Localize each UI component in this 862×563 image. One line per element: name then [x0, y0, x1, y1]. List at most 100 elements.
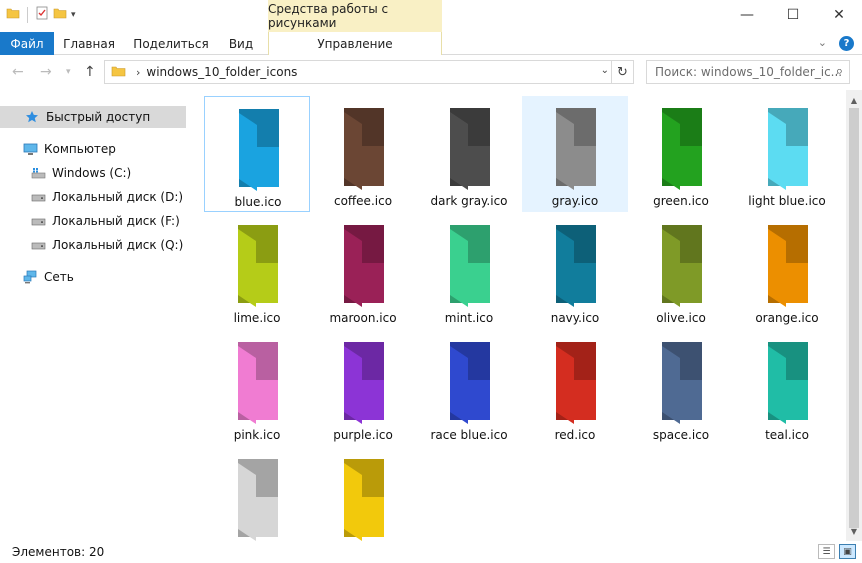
colored-folder-icon	[556, 225, 596, 307]
customize-toolbar-icon[interactable]: ▾	[71, 10, 76, 20]
nav-item-drive-c[interactable]: Windows (C:)	[0, 162, 131, 184]
nav-item-drive-q[interactable]: Локальный диск (Q:)	[0, 234, 183, 256]
file-item[interactable]: purple.ico	[310, 330, 416, 446]
nav-item-network[interactable]: Сеть	[0, 266, 74, 288]
colored-folder-icon	[238, 459, 278, 541]
file-name: mint.ico	[444, 311, 494, 325]
nav-item-drive-d[interactable]: Локальный диск (D:)	[0, 186, 183, 208]
colored-folder-icon	[238, 225, 278, 307]
file-name: race blue.ico	[430, 428, 508, 442]
nav-item-computer[interactable]: Компьютер	[0, 138, 116, 160]
scroll-down-icon[interactable]: ▼	[846, 523, 862, 539]
ribbon-tabs: Файл Главная Поделиться Вид Управление ⌄…	[0, 32, 862, 55]
expand-ribbon-icon[interactable]: ⌄	[818, 36, 827, 51]
colored-folder-icon	[556, 342, 596, 424]
file-name: lime.ico	[233, 311, 281, 325]
search-input[interactable]: Поиск: windows_10_folder_ic...	[655, 65, 842, 79]
file-name: blue.ico	[234, 195, 282, 209]
explorer-window: ▾ Средства работы с рисунками — ☐ ✕ Файл…	[0, 0, 862, 563]
back-arrow-icon[interactable]: ←	[12, 64, 24, 80]
file-item[interactable]: pink.ico	[204, 330, 310, 446]
address-path[interactable]: windows_10_folder_icons	[146, 65, 297, 79]
path-chevron-icon[interactable]: ›	[136, 66, 140, 79]
address-dropdown-icon[interactable]: ⌄	[601, 65, 609, 76]
large-icons-view-icon[interactable]: ▣	[839, 544, 856, 559]
help-icon[interactable]: ?	[839, 36, 854, 51]
file-item[interactable]: navy.ico	[522, 213, 628, 329]
file-item[interactable]: red.ico	[522, 330, 628, 446]
colored-folder-icon	[450, 342, 490, 424]
file-name: navy.ico	[550, 311, 600, 325]
new-folder-icon[interactable]	[53, 6, 67, 23]
tab-view[interactable]: Вид	[220, 32, 262, 55]
tab-home[interactable]: Главная	[56, 32, 122, 55]
file-item[interactable]: coffee.ico	[310, 96, 416, 212]
file-item[interactable]: teal.ico	[734, 330, 840, 446]
file-item[interactable]	[310, 447, 416, 541]
drive-icon	[30, 214, 46, 228]
tab-share[interactable]: Поделиться	[130, 32, 212, 55]
close-button[interactable]: ✕	[816, 0, 862, 30]
scroll-up-icon[interactable]: ▲	[846, 92, 862, 108]
colored-folder-icon	[768, 342, 808, 424]
forward-arrow-icon[interactable]: →	[40, 64, 52, 80]
contextual-tab-title: Средства работы с рисунками	[268, 0, 442, 32]
file-item[interactable]: blue.ico	[204, 96, 310, 212]
colored-folder-icon	[662, 342, 702, 424]
search-box[interactable]: Поиск: windows_10_folder_ic... ⌕	[646, 60, 850, 84]
file-item[interactable]: gray.ico	[522, 96, 628, 212]
nav-item-quick-access[interactable]: Быстрый доступ	[0, 106, 186, 128]
nav-label: Локальный диск (F:)	[52, 214, 180, 228]
tab-manage[interactable]: Управление	[268, 32, 442, 55]
file-item[interactable]: olive.ico	[628, 213, 734, 329]
windows-drive-icon	[30, 166, 46, 180]
up-arrow-icon[interactable]: ↑	[84, 64, 96, 80]
ribbon-controls: ⌄ ?	[818, 36, 854, 51]
file-item[interactable]	[204, 447, 310, 541]
file-item[interactable]: race blue.ico	[416, 330, 522, 446]
file-name: maroon.ico	[329, 311, 397, 325]
scroll-thumb[interactable]	[849, 108, 859, 528]
vertical-scrollbar[interactable]: ▲ ▼	[846, 90, 862, 541]
colored-folder-icon	[344, 108, 384, 190]
minimize-button[interactable]: —	[724, 0, 770, 30]
nav-item-drive-f[interactable]: Локальный диск (F:)	[0, 210, 180, 232]
star-icon	[24, 110, 40, 124]
navigation-pane: Быстрый доступ Компьютер Windows (C:) Ло…	[0, 96, 186, 541]
colored-folder-icon	[238, 342, 278, 424]
nav-label: Компьютер	[44, 142, 116, 156]
network-icon	[22, 270, 38, 284]
file-item[interactable]: maroon.ico	[310, 213, 416, 329]
search-icon[interactable]: ⌕	[836, 64, 843, 79]
colored-folder-icon	[344, 459, 384, 541]
file-item[interactable]: dark gray.ico	[416, 96, 522, 212]
details-view-icon[interactable]: ☰	[818, 544, 835, 559]
recent-locations-icon[interactable]: ▾	[66, 67, 71, 77]
file-grid: blue.ico coffee.ico dark gray.ico gray.ico g…	[190, 92, 846, 541]
file-name: teal.ico	[765, 428, 809, 442]
maximize-button[interactable]: ☐	[770, 0, 816, 30]
window-controls: — ☐ ✕	[724, 0, 862, 30]
tab-file[interactable]: Файл	[0, 32, 54, 55]
nav-label: Быстрый доступ	[46, 110, 151, 124]
file-name: olive.ico	[656, 311, 706, 325]
file-name: dark gray.ico	[430, 194, 508, 208]
folder-icon	[111, 64, 126, 81]
properties-icon[interactable]	[35, 6, 49, 23]
file-name: space.ico	[652, 428, 710, 442]
file-item[interactable]: space.ico	[628, 330, 734, 446]
file-item[interactable]: light blue.ico	[734, 96, 840, 212]
file-item[interactable]: lime.ico	[204, 213, 310, 329]
item-count: Элементов: 20	[12, 545, 105, 559]
colored-folder-icon	[556, 108, 596, 190]
file-item[interactable]: orange.ico	[734, 213, 840, 329]
refresh-icon[interactable]: ↻	[611, 61, 633, 83]
address-bar[interactable]: › windows_10_folder_icons ⌄ ↻	[104, 60, 634, 84]
file-item[interactable]: green.ico	[628, 96, 734, 212]
computer-icon	[22, 142, 38, 156]
colored-folder-icon	[344, 225, 384, 307]
colored-folder-icon	[450, 108, 490, 190]
colored-folder-icon	[768, 108, 808, 190]
drive-icon	[30, 190, 46, 204]
file-item[interactable]: mint.ico	[416, 213, 522, 329]
